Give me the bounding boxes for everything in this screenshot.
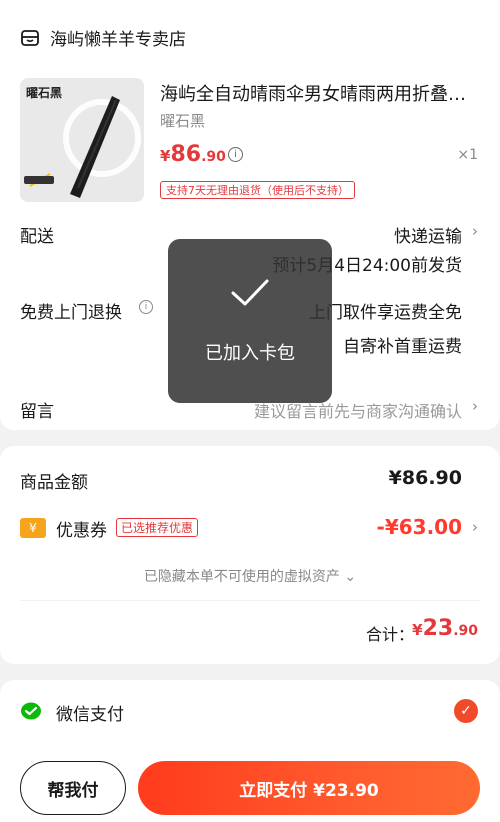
price-info-icon[interactable]: i bbox=[228, 147, 243, 162]
coupon-discount-value[interactable]: -¥63.00 bbox=[377, 515, 462, 539]
message-label: 留言 bbox=[20, 402, 54, 422]
total-decimal: .90 bbox=[453, 623, 478, 639]
price-integer: 86 bbox=[170, 142, 202, 167]
total-label: 合计： bbox=[365, 625, 414, 644]
total-integer: 23 bbox=[422, 616, 454, 641]
selected-check-icon[interactable]: ✓ bbox=[454, 699, 478, 723]
hidden-assets-text: 已隐藏本单不可使用的虚拟资产 bbox=[143, 569, 340, 585]
total-value: ¥23.90 bbox=[412, 616, 478, 641]
umbrella-illustration bbox=[24, 96, 141, 198]
delivery-method[interactable]: 快递运输 bbox=[394, 222, 462, 247]
coupon-label[interactable]: 优惠券 bbox=[56, 516, 107, 541]
goods-amount-label: 商品金额 bbox=[20, 473, 88, 493]
chevron-down-icon: ⌄ bbox=[344, 569, 357, 585]
toast-added-to-wallet: 已加入卡包 bbox=[168, 239, 332, 403]
free-return-label: 免费上门退换 bbox=[20, 303, 122, 323]
help-pay-button[interactable]: 帮我付 bbox=[20, 761, 126, 815]
chevron-right-icon[interactable]: › bbox=[472, 518, 478, 536]
toast-text: 已加入卡包 bbox=[205, 343, 295, 364]
product-image[interactable]: 曜石黑 bbox=[20, 78, 144, 202]
product-quantity: ×1 bbox=[457, 147, 478, 163]
free-return-info-icon[interactable]: i bbox=[139, 300, 153, 314]
goods-amount-value: ¥86.90 bbox=[388, 467, 462, 489]
wechat-pay-label[interactable]: 微信支付 bbox=[56, 700, 124, 725]
wechat-pay-icon bbox=[21, 702, 41, 720]
store-name: 海屿懒羊羊专卖店 bbox=[50, 30, 186, 50]
check-icon bbox=[231, 279, 269, 306]
hidden-assets-toggle[interactable]: 已隐藏本单不可使用的虚拟资产 ⌄ bbox=[0, 566, 500, 586]
chevron-right-icon[interactable]: › bbox=[472, 397, 478, 415]
divider bbox=[20, 600, 480, 601]
return-policy-tag: 支持7天无理由退货（使用后不支持） bbox=[160, 181, 355, 199]
store-icon bbox=[21, 29, 39, 46]
chevron-right-icon[interactable]: › bbox=[472, 222, 478, 240]
store-header[interactable]: 海屿懒羊羊专卖店 bbox=[20, 25, 186, 50]
free-return-line2: 自寄补首重运费 bbox=[343, 337, 462, 357]
product-title[interactable]: 海屿全自动晴雨伞男女晴雨两用折叠… bbox=[160, 80, 476, 106]
total-currency: ¥ bbox=[412, 621, 423, 639]
price-decimal: .90 bbox=[201, 149, 226, 165]
product-sku: 曜石黑 bbox=[160, 112, 206, 130]
price-currency: ¥ bbox=[160, 147, 171, 165]
coupon-icon: ¥ bbox=[20, 518, 46, 538]
product-price: ¥86.90 bbox=[160, 142, 226, 167]
recommended-coupon-tag: 已选推荐优惠 bbox=[116, 518, 199, 537]
pay-now-button[interactable]: 立即支付 ¥23.90 bbox=[138, 761, 480, 815]
delivery-label: 配送 bbox=[20, 227, 54, 247]
